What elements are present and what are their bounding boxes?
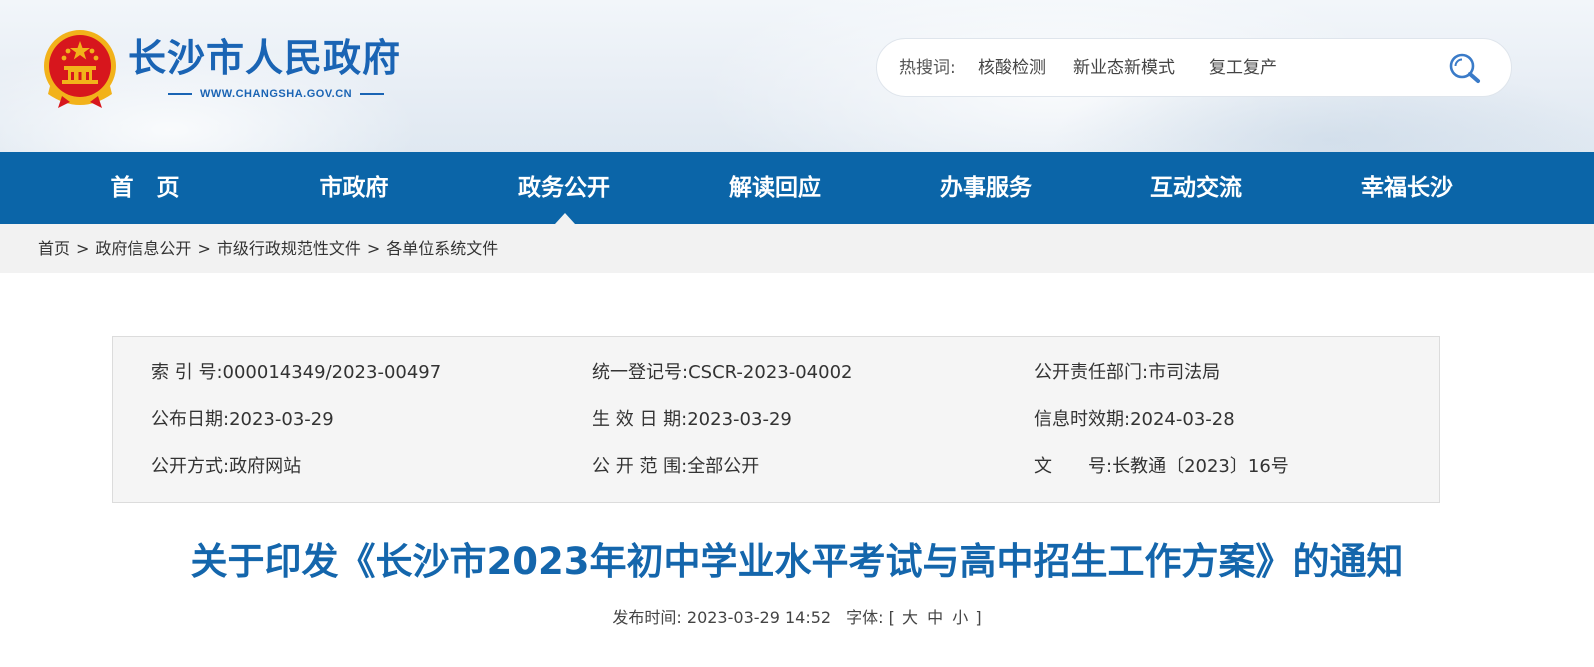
main-nav: 首 页 市政府 政务公开 解读回应 办事服务 互动交流 幸福长沙	[0, 152, 1594, 224]
meta-unified-reg-no: 统一登记号:CSCR-2023-04002	[592, 360, 852, 386]
search-icon[interactable]	[1447, 51, 1483, 85]
meta-value: 2023-03-29	[229, 409, 334, 430]
nav-item-happy-changsha[interactable]: 幸福长沙	[1347, 152, 1467, 224]
publish-time: 2023-03-29 14:52	[686, 608, 832, 627]
breadcrumb-separator: >	[76, 239, 90, 258]
nav-active-indicator	[555, 213, 575, 224]
meta-value: 2024-03-28	[1130, 409, 1235, 430]
national-emblem-icon[interactable]	[40, 28, 120, 110]
breadcrumb: 首页 > 政府信息公开 > 市级行政规范性文件 > 各单位系统文件	[38, 238, 498, 260]
publish-info: 发布时间: 2023-03-29 14:52 字体: [ 大 中 小 ]	[0, 606, 1594, 630]
document-meta-box: 索 引 号:000014349/2023-00497 统一登记号:CSCR-20…	[112, 336, 1440, 503]
publish-time-label: 发布时间:	[612, 608, 682, 627]
meta-key: 公布日期:	[151, 409, 230, 430]
meta-doc-no: 文 号:长教通〔2023〕16号	[1034, 454, 1289, 480]
hot-word[interactable]: 核酸检测	[978, 56, 1046, 80]
site-url: WWW.CHANGSHA.GOV.CN	[160, 86, 392, 102]
search-box[interactable]: 热搜词: 核酸检测 新业态新模式 复工复产	[876, 38, 1512, 97]
meta-key: 文 号:	[1034, 456, 1113, 477]
meta-key: 索 引 号:	[151, 362, 223, 383]
nav-item-interpretation[interactable]: 解读回应	[715, 152, 835, 224]
nav-item-services[interactable]: 办事服务	[926, 152, 1046, 224]
meta-dept: 公开责任部门:市司法局	[1034, 360, 1220, 386]
meta-scope: 公 开 范 围:全部公开	[592, 454, 759, 480]
font-size-bracket-open: [	[888, 608, 895, 627]
font-size-bracket-close: ]	[975, 608, 982, 627]
site-url-text: WWW.CHANGSHA.GOV.CN	[200, 88, 353, 100]
font-size-large-button[interactable]: 大	[902, 608, 918, 627]
nav-item-city-government[interactable]: 市政府	[294, 152, 414, 224]
meta-index-no: 索 引 号:000014349/2023-00497	[151, 360, 441, 386]
font-size-label: 字体:	[846, 608, 884, 627]
hot-word[interactable]: 新业态新模式	[1073, 56, 1175, 80]
document-title: 关于印发《长沙市2023年初中学业水平考试与高中招生工作方案》的通知	[190, 540, 1404, 583]
font-size-small-button[interactable]: 小	[952, 608, 968, 627]
hot-search-label: 热搜词:	[899, 58, 956, 78]
nav-item-home[interactable]: 首 页	[85, 152, 205, 224]
meta-key: 生 效 日 期:	[592, 409, 688, 430]
meta-key: 公开责任部门:	[1034, 362, 1149, 383]
meta-key: 公开方式:	[151, 456, 230, 477]
hot-word[interactable]: 复工复产	[1209, 56, 1277, 80]
meta-effective-date: 生 效 日 期:2023-03-29	[592, 407, 792, 433]
breadcrumb-separator: >	[197, 239, 211, 258]
meta-value: 000014349/2023-00497	[222, 362, 442, 383]
meta-value: CSCR-2023-04002	[688, 362, 853, 383]
meta-key: 公 开 范 围:	[592, 456, 688, 477]
font-size-medium-button[interactable]: 中	[927, 608, 943, 627]
meta-value: 政府网站	[229, 456, 302, 477]
header-banner: 长沙市人民政府 WWW.CHANGSHA.GOV.CN 热搜词: 核酸检测 新业…	[0, 0, 1594, 152]
meta-value: 全部公开	[687, 456, 760, 477]
site-title[interactable]: 长沙市人民政府	[128, 34, 401, 82]
meta-method: 公开方式:政府网站	[151, 454, 301, 480]
meta-publish-date: 公布日期:2023-03-29	[151, 407, 334, 433]
meta-value: 市司法局	[1148, 362, 1221, 383]
breadcrumb-separator: >	[366, 239, 381, 258]
breadcrumb-bar: 首页 > 政府信息公开 > 市级行政规范性文件 > 各单位系统文件	[0, 224, 1594, 273]
meta-value: 2023-03-29	[687, 409, 792, 430]
breadcrumb-unit-docs[interactable]: 各单位系统文件	[386, 239, 498, 258]
meta-key: 统一登记号:	[592, 362, 689, 383]
nav-item-interaction[interactable]: 互动交流	[1136, 152, 1256, 224]
breadcrumb-normative-docs[interactable]: 市级行政规范性文件	[217, 239, 361, 258]
meta-value: 长教通〔2023〕16号	[1112, 456, 1289, 477]
meta-validity: 信息时效期:2024-03-28	[1034, 407, 1235, 433]
meta-key: 信息时效期:	[1034, 409, 1131, 430]
breadcrumb-home[interactable]: 首页	[38, 239, 70, 258]
breadcrumb-info-disclosure[interactable]: 政府信息公开	[95, 239, 191, 258]
